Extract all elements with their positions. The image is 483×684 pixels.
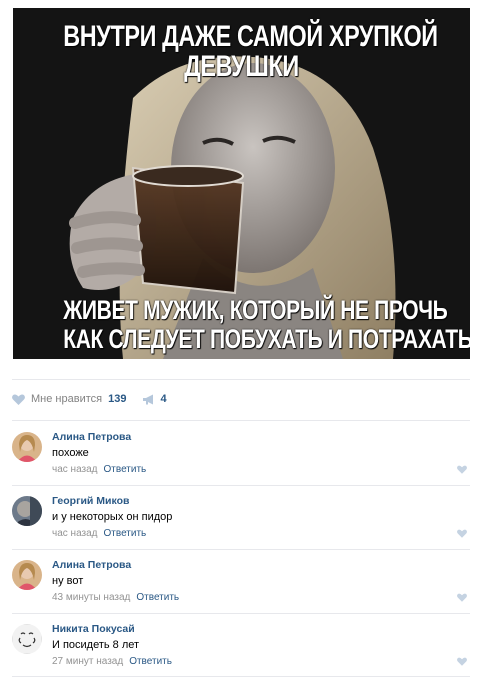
comment-body: Никита Покусай И посидеть 8 лет 27 минут…	[52, 622, 470, 669]
avatar-photo-woman-icon	[12, 560, 42, 590]
divider	[12, 379, 470, 380]
comment-meta: час назад Ответить	[52, 527, 470, 541]
meme-caption-top-line: ВНУТРИ ДАЖЕ САМОЙ ХРУПКОЙ	[63, 20, 438, 53]
heart-icon[interactable]	[457, 465, 467, 474]
comment-time[interactable]: час назад	[52, 464, 98, 475]
share-button[interactable]: 4	[142, 393, 167, 405]
comment-body: Алина Петрова похоже час назад Ответить	[52, 430, 470, 477]
comment-time[interactable]: 27 минут назад	[52, 656, 123, 667]
avatar[interactable]	[12, 496, 42, 526]
comment-meta: час назад Ответить	[52, 463, 470, 477]
reply-button[interactable]: Ответить	[104, 528, 147, 539]
comment: Алина Петрова ну вот 43 минуты назад Отве…	[12, 558, 470, 620]
avatar-photo-woman-icon	[12, 432, 42, 462]
meme-caption-top: ВНУТРИ ДАЖЕ САМОЙ ХРУПКОЙ ДЕВУШКИ	[63, 20, 438, 83]
divider	[12, 676, 470, 677]
megaphone-icon	[143, 394, 154, 404]
like-label: Мне нравится	[31, 393, 103, 405]
divider	[12, 420, 470, 421]
comment-time[interactable]: час назад	[52, 528, 98, 539]
comment-author[interactable]: Никита Покусай	[52, 622, 470, 636]
comment-meta: 27 минут назад Ответить	[52, 655, 470, 669]
avatar[interactable]	[12, 624, 42, 654]
reply-button[interactable]: Ответить	[129, 656, 172, 667]
divider	[12, 549, 470, 550]
heart-icon	[12, 394, 25, 405]
comment-text: И посидеть 8 лет	[52, 639, 140, 651]
comment-meta: 43 минуты назад Ответить	[52, 591, 470, 605]
heart-icon[interactable]	[457, 593, 467, 602]
comment: Георгий Миков и у некоторых он пидор час…	[12, 494, 470, 556]
like-button[interactable]: Мне нравится 139	[12, 393, 126, 405]
comment-body: Георгий Миков и у некоторых он пидор час…	[52, 494, 470, 541]
avatar[interactable]	[12, 560, 42, 590]
heart-icon[interactable]	[457, 529, 467, 538]
comment-text: и у некоторых он пидор	[52, 511, 173, 523]
reply-button[interactable]: Ответить	[136, 592, 179, 603]
comment: Алина Петрова похоже час назад Ответить	[12, 430, 470, 492]
comment-author[interactable]: Алина Петрова	[52, 558, 470, 572]
comment-author[interactable]: Алина Петрова	[52, 430, 470, 444]
comment-text: похоже	[52, 447, 89, 459]
share-count: 4	[160, 393, 167, 405]
post-image[interactable]: ВНУТРИ ДАЖЕ САМОЙ ХРУПКОЙ ДЕВУШКИ ЖИВЕТ …	[13, 8, 470, 359]
post-actions: Мне нравится 139 4	[12, 390, 167, 408]
comment-time[interactable]: 43 минуты назад	[52, 592, 130, 603]
meme-caption-top-line: ДЕВУШКИ	[184, 50, 299, 83]
avatar-drawing-icon	[12, 624, 42, 654]
reply-button[interactable]: Ответить	[104, 464, 147, 475]
comment-text: ну вот	[52, 575, 84, 587]
like-count: 139	[108, 393, 127, 405]
heart-icon[interactable]	[457, 657, 467, 666]
avatar-photo-man-icon	[12, 496, 42, 526]
comment-body: Алина Петрова ну вот 43 минуты назад Отве…	[52, 558, 470, 605]
comment: Никита Покусай И посидеть 8 лет 27 минут…	[12, 622, 470, 684]
meme-caption-bottom-line: КАК СЛЕДУЕТ ПОБУХАТЬ И ПОТРАХАТЬСЯ	[63, 324, 470, 354]
comment-author[interactable]: Георгий Миков	[52, 494, 470, 508]
avatar[interactable]	[12, 432, 42, 462]
meme-caption-bottom-line: ЖИВЕТ МУЖИК, КОТОРЫЙ НЕ ПРОЧЬ	[63, 295, 448, 325]
divider	[12, 485, 470, 486]
divider	[12, 613, 470, 614]
meme-caption-bottom: ЖИВЕТ МУЖИК, КОТОРЫЙ НЕ ПРОЧЬ КАК СЛЕДУЕ…	[63, 295, 470, 354]
